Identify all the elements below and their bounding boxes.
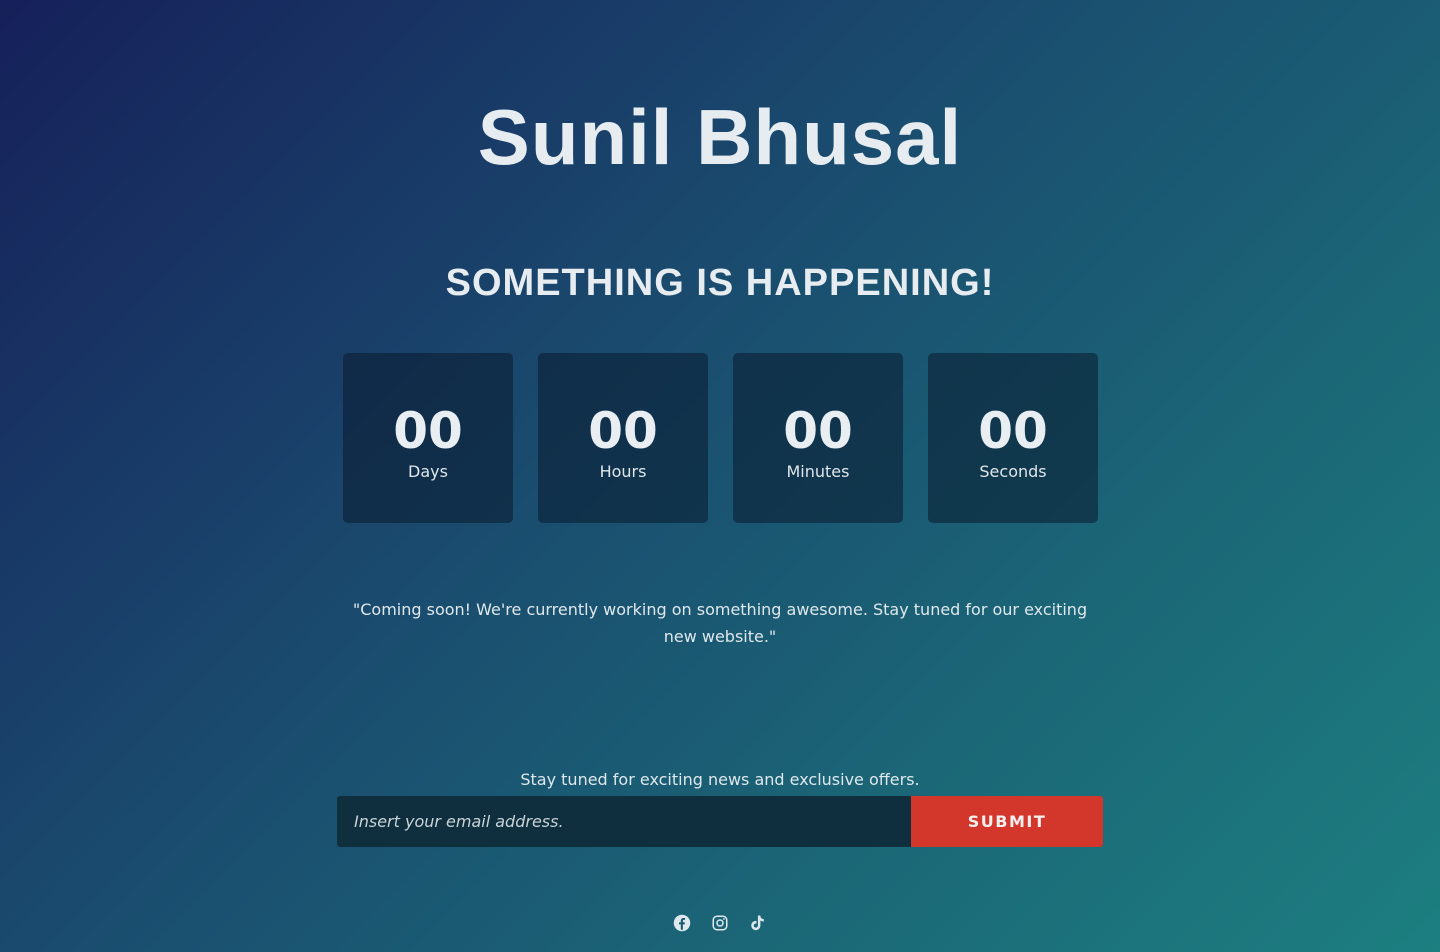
facebook-icon	[673, 914, 691, 932]
countdown-seconds-value: 00	[978, 401, 1048, 460]
email-input[interactable]	[337, 796, 911, 847]
facebook-link[interactable]	[673, 914, 691, 934]
social-links	[0, 914, 1440, 934]
countdown-days-label: Days	[408, 461, 448, 481]
submit-button[interactable]: SUBMIT	[911, 796, 1103, 847]
countdown-hours-label: Hours	[599, 461, 647, 481]
tiktok-icon	[751, 915, 764, 931]
countdown-hours-value: 00	[588, 401, 658, 460]
page-subtitle: SOMETHING IS HAPPENING!	[445, 262, 995, 304]
coming-soon-message: "Coming soon! We're currently working on…	[352, 600, 1088, 646]
countdown-minutes: 00 Minutes	[733, 353, 903, 523]
countdown-days: 00 Days	[343, 353, 513, 523]
site-title: Sunil Bhusal	[477, 93, 963, 181]
newsletter-form: SUBMIT	[337, 796, 1103, 847]
instagram-link[interactable]	[711, 914, 729, 934]
countdown-minutes-label: Minutes	[786, 461, 850, 481]
countdown-minutes-value: 00	[783, 401, 853, 460]
countdown-hours: 00 Hours	[538, 353, 708, 523]
countdown-seconds: 00 Seconds	[928, 353, 1098, 523]
instagram-icon	[712, 915, 728, 931]
countdown-seconds-label: Seconds	[979, 461, 1047, 481]
countdown-timer: 00 Days 00 Hours 00 Minutes 00 Seconds	[343, 353, 1098, 523]
newsletter-text: Stay tuned for exciting news and exclusi…	[520, 770, 920, 789]
tiktok-link[interactable]	[749, 914, 767, 934]
countdown-days-value: 00	[393, 401, 463, 460]
